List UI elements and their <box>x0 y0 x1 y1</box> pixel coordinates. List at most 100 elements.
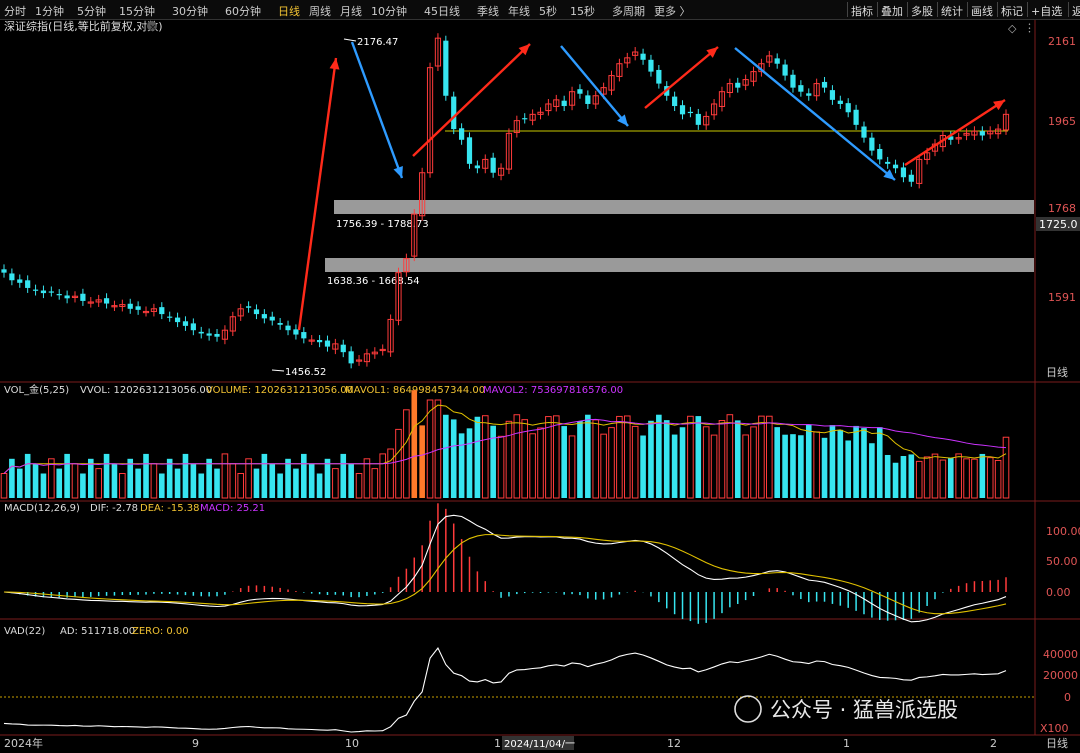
high-label: 2176.47 <box>357 37 398 48</box>
period-10[interactable]: 45日线 <box>424 3 460 19</box>
period-12[interactable]: 年线 <box>508 3 530 19</box>
settings-icon[interactable]: × <box>147 21 157 33</box>
volume-bar <box>71 463 79 499</box>
volume-bar <box>135 468 141 498</box>
volume-bar <box>166 458 173 498</box>
volume-bar <box>80 473 86 498</box>
candle-body <box>127 303 133 309</box>
date-tick: 12 <box>667 737 681 750</box>
candle-body <box>774 58 780 64</box>
period-14[interactable]: 15秒 <box>570 3 595 19</box>
volume-bar <box>805 424 812 498</box>
volume-bar <box>561 426 567 498</box>
period-6[interactable]: 日线 <box>278 3 300 19</box>
trend-arrow-head <box>393 165 403 178</box>
toolbar-separator <box>847 2 848 17</box>
period-7[interactable]: 周线 <box>309 3 331 19</box>
candle-body <box>474 165 480 169</box>
candle-body <box>9 273 15 281</box>
candle-body <box>648 59 654 72</box>
candle-body <box>293 329 299 335</box>
volume-bar <box>695 416 702 498</box>
volume-bar <box>577 421 583 498</box>
volume-bar <box>505 420 513 499</box>
tool-7[interactable]: 返回 <box>1072 3 1080 19</box>
price-tick: 2161 <box>1048 35 1076 48</box>
tool-1[interactable]: 叠加 <box>881 3 903 19</box>
volume-bar <box>994 459 1002 499</box>
period-16[interactable]: 更多 〉 <box>654 3 691 19</box>
period-1[interactable]: 1分钟 <box>35 3 64 19</box>
vol-volume: VOLUME: 1202631213056.00 <box>206 385 353 396</box>
candle-body <box>522 118 528 120</box>
date-axis: 2024年 9 10 11 12 1 2 <box>4 736 997 750</box>
period-13[interactable]: 5秒 <box>539 3 557 19</box>
price-tick: 1768 <box>1048 202 1076 215</box>
candle-body <box>135 306 141 310</box>
candle-body <box>245 306 252 308</box>
volume-bar <box>545 416 552 499</box>
volume-bar <box>261 453 268 498</box>
candle-body <box>861 126 867 138</box>
candle-body <box>182 321 189 326</box>
volume-bar <box>32 463 39 498</box>
macd-tick: 0.00 <box>1046 586 1071 599</box>
date-tick: 2 <box>990 737 997 750</box>
period-8[interactable]: 月线 <box>340 3 362 19</box>
gap-box-1 <box>334 200 1034 214</box>
volume-bar <box>182 453 189 498</box>
period-4[interactable]: 30分钟 <box>172 3 208 19</box>
period-15[interactable]: 多周期 <box>612 3 645 19</box>
more-icon[interactable]: ︙ <box>1024 22 1035 35</box>
tool-6[interactable]: +自选 <box>1031 3 1062 19</box>
candle-body <box>782 64 788 76</box>
volume-bar <box>616 415 623 499</box>
volume-bar <box>64 453 70 498</box>
volume-bar <box>774 427 780 498</box>
candle-body <box>577 89 583 94</box>
volume-bar <box>702 426 710 499</box>
macd-tick: 100.00 <box>1046 525 1080 538</box>
volume-bar <box>568 435 576 499</box>
tool-2[interactable]: 多股 <box>911 3 933 19</box>
collapse-icon[interactable]: ◇ <box>1008 22 1017 35</box>
candle-body <box>695 113 701 125</box>
volume-bar <box>931 453 939 499</box>
volume-bar <box>986 457 994 499</box>
vol-name: VOL_金(5,25) <box>4 383 69 396</box>
vol-mavol2: MAVOL2: 753697816576.00 <box>483 385 623 396</box>
tool-3[interactable]: 统计 <box>941 3 963 19</box>
candle-body <box>459 128 465 140</box>
tool-4[interactable]: 画线 <box>971 3 993 19</box>
macd-val: MACD: 25.21 <box>200 503 265 514</box>
candle-body <box>679 105 686 115</box>
period-3[interactable]: 15分钟 <box>119 3 155 19</box>
candle-body <box>735 82 741 88</box>
period-9[interactable]: 10分钟 <box>371 3 407 19</box>
candle-body <box>656 69 662 84</box>
volume-bar <box>143 453 149 498</box>
candle-body <box>877 148 883 160</box>
tool-0[interactable]: 指标 <box>851 3 873 19</box>
gap-label-2: 1638.36 - 1668.54 <box>327 276 420 287</box>
volume-bar <box>158 473 165 498</box>
period-5[interactable]: 60分钟 <box>225 3 261 19</box>
candle-body <box>490 157 496 173</box>
period-11[interactable]: 季线 <box>477 3 499 19</box>
volume-bar <box>387 448 394 499</box>
candle-body <box>821 81 828 88</box>
tool-5[interactable]: 标记 <box>1001 3 1023 19</box>
volume-bar <box>332 468 339 499</box>
period-2[interactable]: 5分钟 <box>77 3 106 19</box>
date-tick: 9 <box>192 737 199 750</box>
candle-body <box>214 333 220 337</box>
volume-bar <box>671 434 678 498</box>
candle-body <box>348 351 354 364</box>
volume-bar <box>585 414 591 498</box>
date-tick: 2024年 <box>4 736 43 750</box>
period-0[interactable]: 分时 <box>4 3 26 19</box>
trend-arrow-head <box>993 100 1005 111</box>
volume-bar <box>474 416 481 498</box>
vad-zero: ZERO: 0.00 <box>132 626 189 637</box>
volume-bar <box>371 468 379 499</box>
